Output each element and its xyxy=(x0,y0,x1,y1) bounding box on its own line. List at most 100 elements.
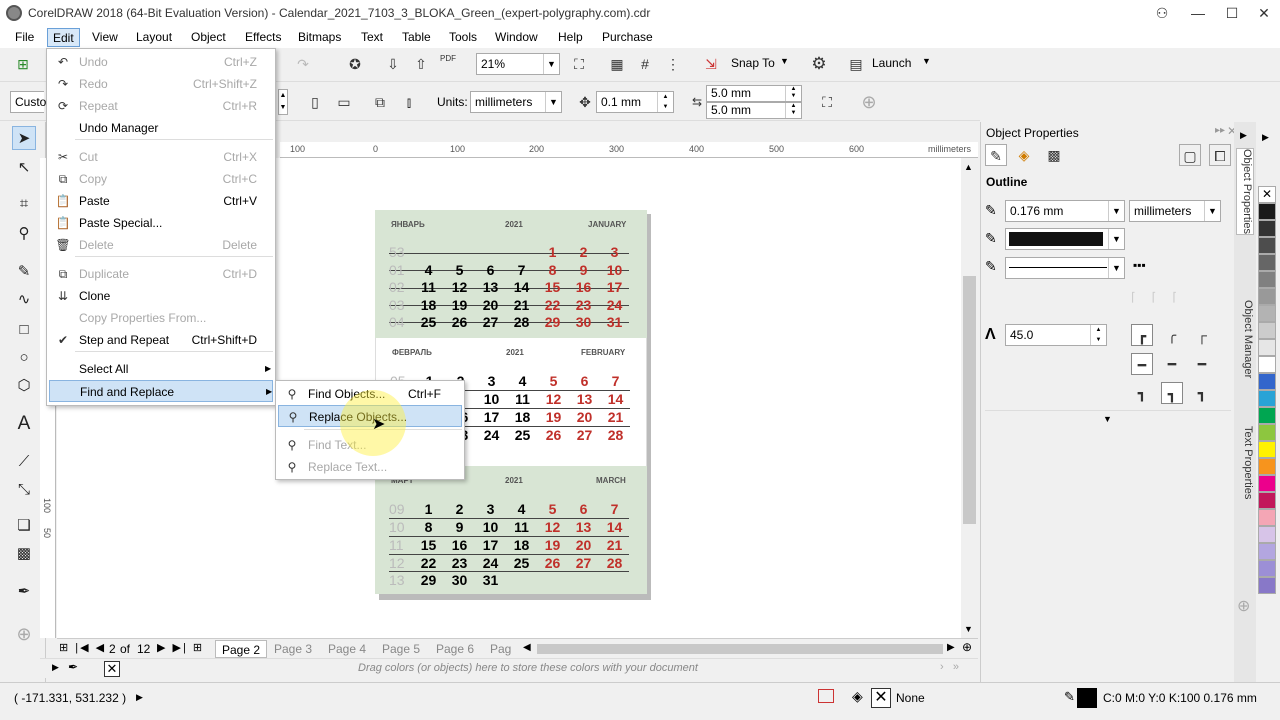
hscroll-right-icon[interactable]: ▶ xyxy=(947,642,955,653)
page-tab-2[interactable]: Page 2 xyxy=(215,640,268,658)
eyedropper-icon[interactable]: ✒ xyxy=(12,580,36,604)
round-join-icon[interactable]: ╭ xyxy=(1161,324,1183,346)
nudge-icon[interactable]: ✥ xyxy=(574,91,596,113)
zoom-navigator-icon[interactable]: ⊕ xyxy=(962,640,972,654)
tab-object-manager[interactable]: Object Manager xyxy=(1236,300,1254,378)
expand-section-icon[interactable]: ▼ xyxy=(1103,414,1112,424)
menu-text[interactable]: Text xyxy=(356,28,388,47)
color-swatch[interactable] xyxy=(1258,407,1276,424)
page-tab-7[interactable]: Pag xyxy=(484,640,517,658)
edit-menu-item-undo-manager[interactable]: Undo Manager xyxy=(49,117,273,139)
color-swatch[interactable] xyxy=(1258,305,1276,322)
color-swatch[interactable] xyxy=(1258,526,1276,543)
close-button[interactable]: ✕ xyxy=(1248,2,1280,24)
outline-color-picker[interactable]: ▼ xyxy=(1005,228,1125,250)
color-swatch[interactable] xyxy=(1258,509,1276,526)
menu-window[interactable]: Window xyxy=(490,28,543,47)
page-border-icon[interactable]: ⛶ xyxy=(816,91,838,113)
ellipse-tool-icon[interactable]: ○ xyxy=(12,346,36,370)
options-gear-icon[interactable]: ⚙ xyxy=(808,53,830,75)
fill-bucket-icon[interactable]: ◈ xyxy=(852,688,863,705)
fill-tab-icon[interactable]: ◈ xyxy=(1013,144,1035,166)
edit-menu-item-paste-special[interactable]: 📋 Paste Special... xyxy=(49,212,273,234)
pick-tool-icon[interactable]: ➤ xyxy=(12,126,36,150)
transparency-icon[interactable]: ▩ xyxy=(12,542,36,566)
chevron-down-icon[interactable]: ▼ xyxy=(1108,229,1124,249)
menu-object[interactable]: Object xyxy=(186,28,231,47)
docker-expand-icon[interactable]: ▸▸ xyxy=(1215,125,1225,136)
outside-outline-icon[interactable]: ┓ xyxy=(1131,382,1153,404)
show-guidelines-icon[interactable]: ⋮ xyxy=(662,53,684,75)
launch-button[interactable]: Launch xyxy=(872,56,911,70)
polygon-tool-icon[interactable]: ⬡ xyxy=(12,374,36,398)
page-nav-icons[interactable]: ⊞ |◀ ◀ xyxy=(59,641,106,654)
color-swatch[interactable] xyxy=(1258,390,1276,407)
extended-cap-icon[interactable]: ━ xyxy=(1191,353,1213,375)
palette-arrow-icon[interactable]: ▶ xyxy=(52,662,59,673)
import-icon[interactable]: ⇩ xyxy=(382,53,404,75)
page-nav-next-icons[interactable]: ▶ ▶| ⊞ xyxy=(157,641,204,654)
color-swatch[interactable] xyxy=(1258,373,1276,390)
menu-purchase[interactable]: Purchase xyxy=(597,28,658,47)
color-swatch[interactable] xyxy=(1258,322,1276,339)
status-arrow-icon[interactable]: ▶ xyxy=(136,692,143,703)
document-palette[interactable]: ▶ ✒ ✕ Drag colors (or objects) here to s… xyxy=(40,658,978,678)
edit-menu-item-repeat[interactable]: ⟳ Repeat Ctrl+R xyxy=(49,95,273,117)
menu-edit[interactable]: Edit xyxy=(47,28,80,47)
color-swatch[interactable] xyxy=(1258,441,1276,458)
current-page-icon[interactable]: ⫾ xyxy=(398,91,420,113)
menu-bitmaps[interactable]: Bitmaps xyxy=(293,28,346,47)
edit-menu-item-select-all[interactable]: Select All ▶ xyxy=(49,358,273,380)
snap-to-button[interactable]: Snap To xyxy=(731,56,775,70)
chevron-down-icon[interactable]: ▼ xyxy=(1204,201,1220,221)
edit-menu-item-copy-properties-from[interactable]: Copy Properties From... xyxy=(49,307,273,329)
calendar-march[interactable]: МАРТ 2021 MARCH 09 1 2 3 4 5 6 7 10 8 9 10 11 12 13 14… xyxy=(375,466,647,594)
portrait-icon[interactable]: ▯ xyxy=(304,91,326,113)
edit-menu-item-clone[interactable]: ⇊ Clone xyxy=(49,285,273,307)
color-swatch[interactable] xyxy=(1258,356,1276,373)
drop-shadow-icon[interactable]: ❏ xyxy=(12,514,36,538)
maximize-button[interactable]: ☐ xyxy=(1216,2,1248,24)
bevel-join-icon[interactable]: ┌ xyxy=(1191,324,1213,346)
frame-options-icon[interactable]: ⧠ xyxy=(1209,144,1231,166)
show-rulers-icon[interactable]: ▦ xyxy=(606,53,628,75)
chevron-down-icon[interactable]: ▼ xyxy=(1108,258,1124,278)
all-pages-icon[interactable]: ⧉ xyxy=(369,91,391,113)
side-tabs-arrow-icon[interactable]: ▶ xyxy=(1240,130,1247,141)
menu-layout[interactable]: Layout xyxy=(131,28,177,47)
menu-table[interactable]: Table xyxy=(397,28,436,47)
page-size-spinner[interactable]: ▲ ▼ xyxy=(278,89,288,115)
color-swatch[interactable] xyxy=(1258,254,1276,271)
edit-menu-item-undo[interactable]: ↶ Undo Ctrl+Z xyxy=(49,51,273,73)
landscape-icon[interactable]: ▭ xyxy=(333,91,355,113)
outline-tab-icon[interactable]: ✎ xyxy=(985,144,1007,166)
eyedropper-icon[interactable]: ✒ xyxy=(68,660,78,674)
edit-menu-item-paste[interactable]: 📋 Paste Ctrl+V xyxy=(49,190,273,212)
color-swatch[interactable] xyxy=(1258,203,1276,220)
add-icon[interactable]: ⊕ xyxy=(858,91,880,113)
square-cap-icon[interactable]: ━ xyxy=(1131,353,1153,375)
duplicate-y-input[interactable]: 5.0 mm ▲ ▼ xyxy=(706,102,802,119)
redo-icon[interactable]: ↷ xyxy=(292,53,314,75)
corel-connect-icon[interactable]: ✪ xyxy=(344,53,366,75)
tab-object-properties[interactable]: Object Properties xyxy=(1236,148,1254,235)
account-icon[interactable]: ⚇ xyxy=(1146,2,1178,24)
color-swatch[interactable] xyxy=(1258,220,1276,237)
add-docker-icon[interactable]: ⊕ xyxy=(1237,596,1250,616)
frame-tab-icon[interactable]: ▢ xyxy=(1179,144,1201,166)
edit-menu-item-cut[interactable]: ✂ Cut Ctrl+X xyxy=(49,146,273,168)
minimize-button[interactable]: — xyxy=(1182,2,1214,24)
edit-menu-item-find-and-replace[interactable]: Find and Replace ▶ xyxy=(49,380,273,402)
launch-icon[interactable]: ▤ xyxy=(845,53,867,75)
inside-outline-icon[interactable]: ┓ xyxy=(1191,382,1213,404)
duplicate-x-input[interactable]: 5.0 mm ▲ ▼ xyxy=(706,85,802,102)
export-icon[interactable]: ⇧ xyxy=(410,53,432,75)
palette-scroll-icon[interactable]: › » xyxy=(940,661,959,673)
centered-outline-icon[interactable]: ┓ xyxy=(1161,382,1183,404)
vertical-scrollbar[interactable]: ▲ ▼ xyxy=(961,158,978,638)
spinner-icon[interactable]: ▲ ▼ xyxy=(657,92,673,112)
edit-menu-item-step-and-repeat[interactable]: ✔ Step and Repeat Ctrl+Shift+D xyxy=(49,329,273,351)
no-color-swatch[interactable]: ✕ xyxy=(1258,186,1276,203)
artistic-media-icon[interactable]: ∿ xyxy=(12,288,36,312)
color-swatch[interactable] xyxy=(1258,560,1276,577)
